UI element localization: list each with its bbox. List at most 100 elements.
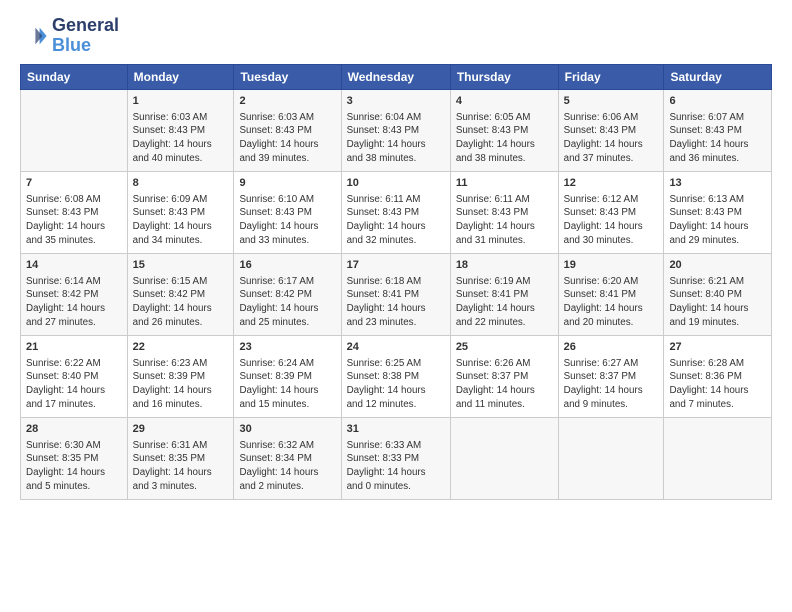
calendar-cell: 24Sunrise: 6:25 AM Sunset: 8:38 PM Dayli…	[341, 335, 450, 417]
calendar-cell: 25Sunrise: 6:26 AM Sunset: 8:37 PM Dayli…	[450, 335, 558, 417]
calendar-cell: 21Sunrise: 6:22 AM Sunset: 8:40 PM Dayli…	[21, 335, 128, 417]
col-header-thursday: Thursday	[450, 64, 558, 89]
calendar-cell: 27Sunrise: 6:28 AM Sunset: 8:36 PM Dayli…	[664, 335, 772, 417]
header-row: SundayMondayTuesdayWednesdayThursdayFrid…	[21, 64, 772, 89]
cell-content: Sunrise: 6:04 AM Sunset: 8:43 PM Dayligh…	[347, 111, 445, 167]
calendar-cell: 11Sunrise: 6:11 AM Sunset: 8:43 PM Dayli…	[450, 171, 558, 253]
col-header-tuesday: Tuesday	[234, 64, 341, 89]
cell-content: Sunrise: 6:11 AM Sunset: 8:43 PM Dayligh…	[456, 193, 553, 249]
week-row-4: 21Sunrise: 6:22 AM Sunset: 8:40 PM Dayli…	[21, 335, 772, 417]
logo-name-blue: Blue	[52, 36, 119, 56]
week-row-1: 1 Sunrise: 6:03 AM Sunset: 8:43 PM Daylig…	[21, 89, 772, 171]
cell-content: Sunrise: 6:22 AM Sunset: 8:40 PM Dayligh…	[26, 357, 122, 413]
cell-content: Sunrise: 6:09 AM Sunset: 8:43 PM Dayligh…	[133, 193, 229, 249]
calendar-cell: 29Sunrise: 6:31 AM Sunset: 8:35 PM Dayli…	[127, 417, 234, 499]
day-number: 9	[239, 176, 335, 192]
calendar-cell: 13Sunrise: 6:13 AM Sunset: 8:43 PM Dayli…	[664, 171, 772, 253]
day-number: 17	[347, 258, 445, 274]
calendar-cell: 2Sunrise: 6:03 AM Sunset: 8:43 PM Daylig…	[234, 89, 341, 171]
logo: General Blue	[20, 16, 119, 56]
day-number: 8	[133, 176, 229, 192]
day-number: 27	[669, 340, 766, 356]
day-number: 30	[239, 422, 335, 438]
day-number: 16	[239, 258, 335, 274]
day-number: 23	[239, 340, 335, 356]
day-number: 21	[26, 340, 122, 356]
calendar-cell	[664, 417, 772, 499]
cell-content: Sunrise: 6:32 AM Sunset: 8:34 PM Dayligh…	[239, 439, 335, 495]
calendar-cell: 8Sunrise: 6:09 AM Sunset: 8:43 PM Daylig…	[127, 171, 234, 253]
cell-content: Sunrise: 6:07 AM Sunset: 8:43 PM Dayligh…	[669, 111, 766, 167]
header: General Blue	[20, 16, 772, 56]
logo-name-general: General	[52, 16, 119, 36]
cell-content: Sunrise: 6:30 AM Sunset: 8:35 PM Dayligh…	[26, 439, 122, 495]
calendar-cell: 4Sunrise: 6:05 AM Sunset: 8:43 PM Daylig…	[450, 89, 558, 171]
day-number: 24	[347, 340, 445, 356]
calendar-cell: 6Sunrise: 6:07 AM Sunset: 8:43 PM Daylig…	[664, 89, 772, 171]
calendar-cell: 20Sunrise: 6:21 AM Sunset: 8:40 PM Dayli…	[664, 253, 772, 335]
week-row-3: 14Sunrise: 6:14 AM Sunset: 8:42 PM Dayli…	[21, 253, 772, 335]
cell-content: Sunrise: 6:21 AM Sunset: 8:40 PM Dayligh…	[669, 275, 766, 331]
day-number: 5	[564, 94, 659, 110]
day-number: 3	[347, 94, 445, 110]
day-number: 7	[26, 176, 122, 192]
cell-content: Sunrise: 6:14 AM Sunset: 8:42 PM Dayligh…	[26, 275, 122, 331]
calendar-cell: 17Sunrise: 6:18 AM Sunset: 8:41 PM Dayli…	[341, 253, 450, 335]
day-number: 14	[26, 258, 122, 274]
day-number: 13	[669, 176, 766, 192]
cell-content: Sunrise: 6:26 AM Sunset: 8:37 PM Dayligh…	[456, 357, 553, 413]
calendar-cell	[21, 89, 128, 171]
day-number: 29	[133, 422, 229, 438]
calendar-cell: 15Sunrise: 6:15 AM Sunset: 8:42 PM Dayli…	[127, 253, 234, 335]
col-header-wednesday: Wednesday	[341, 64, 450, 89]
day-number: 15	[133, 258, 229, 274]
cell-content: Sunrise: 6:28 AM Sunset: 8:36 PM Dayligh…	[669, 357, 766, 413]
cell-content: Sunrise: 6:33 AM Sunset: 8:33 PM Dayligh…	[347, 439, 445, 495]
calendar-cell: 26Sunrise: 6:27 AM Sunset: 8:37 PM Dayli…	[558, 335, 664, 417]
calendar-cell: 18Sunrise: 6:19 AM Sunset: 8:41 PM Dayli…	[450, 253, 558, 335]
cell-content: Sunrise: 6:24 AM Sunset: 8:39 PM Dayligh…	[239, 357, 335, 413]
cell-content: Sunrise: 6:31 AM Sunset: 8:35 PM Dayligh…	[133, 439, 229, 495]
day-number: 22	[133, 340, 229, 356]
day-number: 4	[456, 94, 553, 110]
col-header-friday: Friday	[558, 64, 664, 89]
col-header-saturday: Saturday	[664, 64, 772, 89]
calendar-table: SundayMondayTuesdayWednesdayThursdayFrid…	[20, 64, 772, 500]
day-number: 2	[239, 94, 335, 110]
calendar-cell: 19Sunrise: 6:20 AM Sunset: 8:41 PM Dayli…	[558, 253, 664, 335]
calendar-cell	[450, 417, 558, 499]
week-row-2: 7Sunrise: 6:08 AM Sunset: 8:43 PM Daylig…	[21, 171, 772, 253]
day-number: 26	[564, 340, 659, 356]
day-number: 10	[347, 176, 445, 192]
calendar-cell	[558, 417, 664, 499]
calendar-cell: 7Sunrise: 6:08 AM Sunset: 8:43 PM Daylig…	[21, 171, 128, 253]
cell-content: Sunrise: 6:18 AM Sunset: 8:41 PM Dayligh…	[347, 275, 445, 331]
calendar-cell: 10Sunrise: 6:11 AM Sunset: 8:43 PM Dayli…	[341, 171, 450, 253]
col-header-sunday: Sunday	[21, 64, 128, 89]
cell-content: Sunrise: 6:03 AM Sunset: 8:43 PM Dayligh…	[239, 111, 335, 167]
day-number: 28	[26, 422, 122, 438]
calendar-cell: 23Sunrise: 6:24 AM Sunset: 8:39 PM Dayli…	[234, 335, 341, 417]
day-number: 18	[456, 258, 553, 274]
calendar-cell: 9Sunrise: 6:10 AM Sunset: 8:43 PM Daylig…	[234, 171, 341, 253]
cell-content: Sunrise: 6:19 AM Sunset: 8:41 PM Dayligh…	[456, 275, 553, 331]
day-number: 19	[564, 258, 659, 274]
calendar-cell: 3Sunrise: 6:04 AM Sunset: 8:43 PM Daylig…	[341, 89, 450, 171]
cell-content: Sunrise: 6:17 AM Sunset: 8:42 PM Dayligh…	[239, 275, 335, 331]
cell-content: Sunrise: 6:06 AM Sunset: 8:43 PM Dayligh…	[564, 111, 659, 167]
day-number: 12	[564, 176, 659, 192]
calendar-cell: 5Sunrise: 6:06 AM Sunset: 8:43 PM Daylig…	[558, 89, 664, 171]
day-number: 1	[133, 94, 229, 110]
calendar-cell: 28Sunrise: 6:30 AM Sunset: 8:35 PM Dayli…	[21, 417, 128, 499]
day-number: 25	[456, 340, 553, 356]
calendar-cell: 16Sunrise: 6:17 AM Sunset: 8:42 PM Dayli…	[234, 253, 341, 335]
cell-content: Sunrise: 6:15 AM Sunset: 8:42 PM Dayligh…	[133, 275, 229, 331]
cell-content: Sunrise: 6:20 AM Sunset: 8:41 PM Dayligh…	[564, 275, 659, 331]
calendar-cell: 22Sunrise: 6:23 AM Sunset: 8:39 PM Dayli…	[127, 335, 234, 417]
cell-content: Sunrise: 6:12 AM Sunset: 8:43 PM Dayligh…	[564, 193, 659, 249]
calendar-cell: 12Sunrise: 6:12 AM Sunset: 8:43 PM Dayli…	[558, 171, 664, 253]
day-number: 31	[347, 422, 445, 438]
cell-content: Sunrise: 6:08 AM Sunset: 8:43 PM Dayligh…	[26, 193, 122, 249]
page: General Blue SundayMondayTuesdayWednesda…	[0, 0, 792, 510]
day-number: 20	[669, 258, 766, 274]
